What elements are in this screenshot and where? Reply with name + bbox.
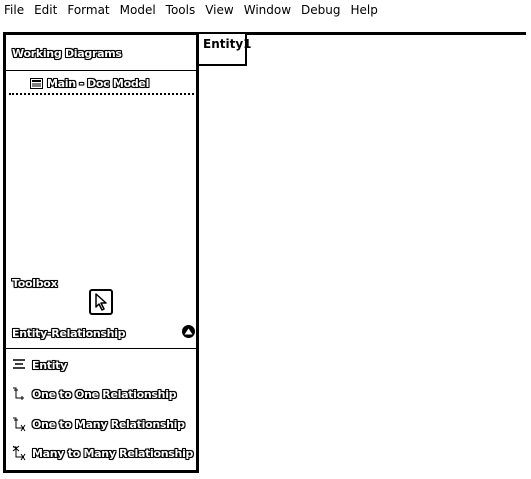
menu-bar: File Edit Format Model Tools View Window… [0,0,531,20]
diagram-icon [30,77,43,89]
tool-label: Entity [32,358,68,372]
menu-model[interactable]: Model [115,0,161,20]
section-divider [6,348,196,349]
selection-outline [9,93,194,95]
pointer-tool-button[interactable] [89,289,113,315]
menu-view[interactable]: View [200,0,238,20]
diagram-item-main[interactable]: Main - Doc Model [30,76,149,90]
menu-format[interactable]: Format [62,0,114,20]
tool-many-to-many[interactable]: Many to Many Relationship [12,444,193,462]
one-to-one-icon [13,387,24,400]
tool-label: One to Many Relationship [32,417,185,431]
panel-title: Working Diagrams [12,47,122,60]
entity-tab-label: Entity1 [203,37,252,51]
many-to-many-icon [12,445,26,461]
menu-tools[interactable]: Tools [161,0,201,20]
tool-label: One to One Relationship [32,387,177,401]
menu-help[interactable]: Help [346,0,383,20]
tool-label: Many to Many Relationship [32,446,194,460]
tool-entity[interactable]: Entity [12,356,67,374]
menu-window[interactable]: Window [239,0,296,20]
working-diagrams-panel: Working Diagrams Main - Doc Model Toolbo… [3,32,199,473]
entity-tab[interactable]: Entity1 [197,34,252,66]
section-title: Entity-Relationship [12,327,126,340]
chevron-up-icon [184,328,193,335]
toolbox-title: Toolbox [12,277,58,290]
menu-file[interactable]: File [0,0,29,20]
menu-edit[interactable]: Edit [29,0,62,20]
collapse-section-button[interactable] [182,325,195,338]
diagram-item-label: Main - Doc Model [47,76,150,90]
entity-icon [13,359,25,369]
menu-debug[interactable]: Debug [296,0,345,20]
panel-divider [6,70,196,71]
tool-one-to-one[interactable]: One to One Relationship [12,385,177,403]
pointer-icon [95,293,107,311]
one-to-many-icon [13,417,26,432]
tool-one-to-many[interactable]: One to Many Relationship [12,415,185,433]
